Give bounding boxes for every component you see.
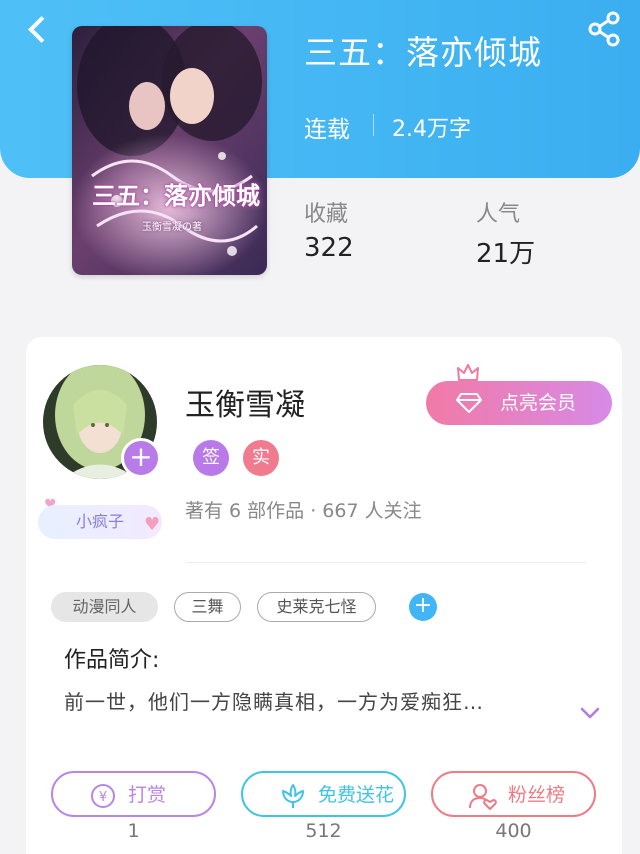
cover-author: 玉衡雪凝の著 bbox=[142, 222, 202, 233]
cover-title: 三五：落亦倾城 bbox=[92, 182, 260, 210]
diamond-icon bbox=[456, 393, 482, 413]
send-flower-button[interactable]: 免费送花 bbox=[241, 771, 406, 817]
share-icon[interactable] bbox=[585, 8, 625, 48]
fan-ranking-button[interactable]: 粉丝榜 bbox=[431, 771, 596, 817]
divider bbox=[186, 562, 586, 563]
chevron-left-icon[interactable] bbox=[22, 12, 56, 46]
chevron-down-icon[interactable] bbox=[580, 703, 600, 723]
yen-icon: ¥ bbox=[91, 784, 115, 808]
favorites-label: 收藏 bbox=[304, 202, 349, 227]
follow-plus-icon[interactable]: + bbox=[121, 438, 161, 478]
tag-chip[interactable]: 动漫同人 bbox=[51, 592, 158, 622]
send-flower-label: 免费送花 bbox=[318, 784, 395, 806]
fan-icon bbox=[469, 784, 497, 810]
intro-text: 前一世，他们一方隐瞒真相，一方为爱痴狂… bbox=[64, 690, 484, 714]
favorites-value: 322 bbox=[304, 233, 354, 263]
vip-button[interactable]: 点亮会员 bbox=[426, 381, 612, 425]
tag-chip[interactable]: 史莱克七怪 bbox=[257, 592, 376, 622]
status-divider bbox=[373, 114, 374, 136]
add-tag-icon[interactable]: + bbox=[409, 593, 437, 621]
popularity-label: 人气 bbox=[476, 202, 521, 227]
intro-title: 作品简介: bbox=[64, 648, 160, 673]
popularity-value: 21万 bbox=[476, 239, 536, 269]
verified-badge: 实 bbox=[243, 440, 279, 476]
reward-button[interactable]: ¥ 打赏 bbox=[51, 771, 216, 817]
author-meta: 著有 6 部作品 · 667 人关注 bbox=[185, 500, 422, 522]
signed-badge: 签 bbox=[193, 440, 229, 476]
reward-count: 1 bbox=[127, 820, 140, 842]
flower-count: 512 bbox=[305, 820, 342, 842]
fan-ranking-label: 粉丝榜 bbox=[508, 784, 566, 806]
vip-label: 点亮会员 bbox=[500, 392, 577, 414]
book-cover[interactable]: 三五：落亦倾城 玉衡雪凝の著 bbox=[72, 26, 267, 275]
svg-text:¥: ¥ bbox=[99, 790, 107, 805]
book-status: 连载 bbox=[304, 117, 350, 143]
word-count: 2.4万字 bbox=[392, 117, 471, 142]
heart-decoration-icon: ♥ bbox=[144, 514, 161, 535]
tag-chip[interactable]: 三舞 bbox=[174, 592, 241, 622]
book-title: 三五：落亦倾城 bbox=[304, 33, 542, 72]
fan-count: 400 bbox=[495, 820, 532, 842]
author-name[interactable]: 玉衡雪凝 bbox=[185, 380, 305, 424]
reward-label: 打赏 bbox=[128, 784, 167, 806]
flower-icon bbox=[282, 784, 304, 808]
